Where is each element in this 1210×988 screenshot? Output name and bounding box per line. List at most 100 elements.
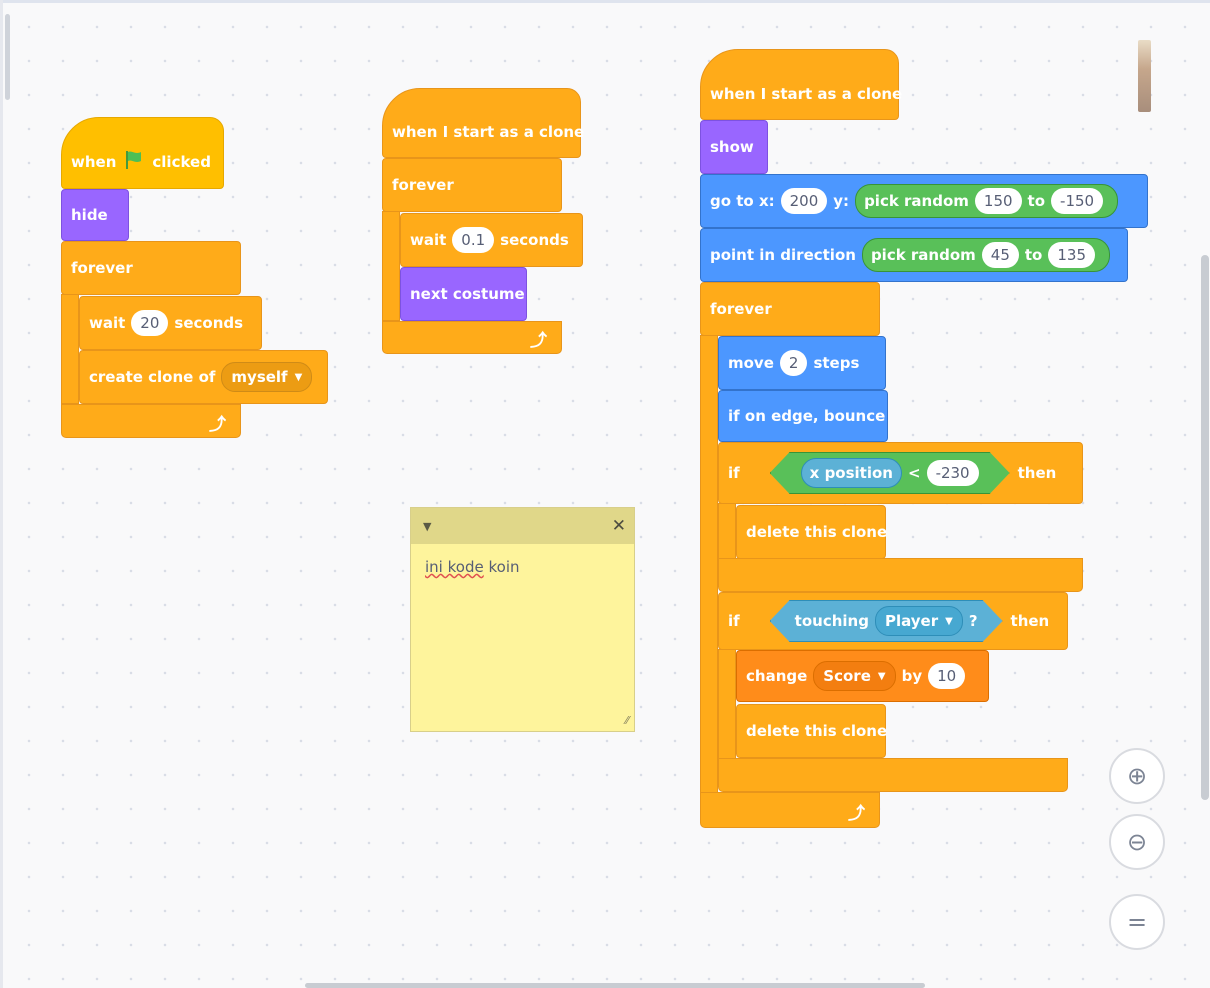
when-flag-clicked-block[interactable]: when clicked (61, 117, 224, 189)
dir-to-input[interactable]: 135 (1048, 242, 1095, 268)
forever-label: forever (710, 300, 772, 318)
dropdown-caret-icon: ▼ (945, 615, 953, 627)
dropdown-caret-icon: ▼ (877, 670, 886, 682)
pick-random-y-reporter[interactable]: pick random 150 to -150 (855, 184, 1119, 218)
delete-clone-block[interactable]: delete this clone (736, 505, 888, 559)
question-label: ? (968, 612, 978, 630)
clone-target-value: myself (231, 368, 288, 386)
y-to-input[interactable]: -150 (1051, 188, 1104, 214)
touching-target-dropdown[interactable]: Player ▼ (875, 606, 963, 636)
when-clone-hat-block[interactable]: when I start as a clone (382, 88, 585, 158)
move-label: move (728, 354, 774, 372)
pick-random-label: pick random (870, 246, 976, 264)
less-than-operator[interactable]: x position < -230 (770, 452, 1010, 494)
go-to-xy-block[interactable]: go to x: 200 y: pick random 150 to -150 (700, 174, 1148, 228)
clone-target-dropdown[interactable]: myself ▼ (221, 362, 313, 392)
next-costume-block[interactable]: next costume (400, 267, 527, 321)
canvas-left-border (0, 0, 3, 988)
touching-sensor[interactable]: touching Player ▼ ? (770, 600, 1003, 642)
hide-block[interactable]: hide (61, 189, 129, 241)
x-input[interactable]: 200 (780, 188, 828, 214)
seconds-label: seconds (174, 314, 244, 332)
pick-random-label: pick random (864, 192, 969, 210)
canvas-top-border (0, 0, 1210, 3)
loop-arrow-icon: ⤴ (209, 415, 226, 435)
by-label: by (901, 667, 923, 685)
touching-label: touching (794, 612, 869, 630)
next-costume-label: next costume (410, 285, 525, 303)
variable-value: Score (823, 667, 871, 685)
then-label: then (1010, 612, 1050, 630)
hat-clicked-label: clicked (152, 153, 211, 171)
move-steps-block[interactable]: move 2 steps (718, 336, 886, 390)
zoom-in-button[interactable]: ⊕ (1109, 748, 1165, 804)
wait-label: wait (410, 231, 447, 249)
if-touching-block[interactable]: if touching Player ▼ ? then (718, 592, 1068, 650)
zoom-reset-icon: = (1126, 908, 1148, 936)
move-input[interactable]: 2 (779, 350, 808, 376)
change-input[interactable]: 10 (928, 663, 966, 689)
point-in-direction-block[interactable]: point in direction pick random 45 to 135 (700, 228, 1128, 282)
wait-input[interactable]: 20 (131, 310, 169, 336)
create-clone-block[interactable]: create clone of myself ▼ (79, 350, 328, 404)
dropdown-caret-icon: ▼ (294, 371, 303, 383)
y-from-input[interactable]: 150 (974, 188, 1022, 214)
show-block[interactable]: show (700, 120, 768, 174)
forever-arm (700, 335, 718, 795)
loop-arrow-icon: ⤴ (848, 804, 865, 824)
to-label: to (1024, 246, 1043, 264)
if1-arm (718, 503, 736, 561)
steps-label: steps (813, 354, 860, 372)
delete-clone-label: delete this clone (746, 523, 888, 541)
forever-label: forever (71, 259, 133, 277)
create-clone-label: create clone of (89, 368, 216, 386)
horizontal-scrollbar[interactable] (305, 983, 925, 988)
loop-arrow-icon: ⤴ (530, 331, 547, 351)
forever-label: forever (392, 176, 454, 194)
wait-label: wait (89, 314, 126, 332)
hat-label: when I start as a clone (710, 84, 903, 103)
sprite-preview[interactable] (1138, 40, 1151, 112)
forever-block[interactable]: forever (700, 282, 880, 336)
bounce-block[interactable]: if on edge, bounce (718, 390, 888, 442)
dir-from-input[interactable]: 45 (981, 242, 1019, 268)
note-header[interactable]: ▼ ✕ (411, 508, 634, 544)
resize-handle-icon[interactable]: ⁄⁄ (625, 714, 629, 727)
delete-clone-block[interactable]: delete this clone (736, 704, 887, 758)
change-variable-block[interactable]: change Score ▼ by 10 (736, 650, 989, 702)
collapse-caret-icon[interactable]: ▼ (423, 520, 431, 533)
compare-input[interactable]: -230 (927, 460, 979, 486)
bounce-label: if on edge, bounce (728, 407, 886, 425)
close-icon[interactable]: ✕ (612, 516, 626, 536)
goto-x-label: go to x: (710, 192, 775, 210)
wait-input[interactable]: 0.1 (452, 227, 495, 253)
x-position-label: x position (809, 464, 893, 482)
note-text[interactable]: ini kode koin (411, 544, 634, 590)
when-clone-hat-block[interactable]: when I start as a clone (700, 49, 903, 120)
vertical-scrollbar[interactable] (1201, 255, 1209, 800)
if-x-position-block[interactable]: if x position < -230 then (718, 442, 1083, 504)
hat-label: when I start as a clone (392, 123, 585, 141)
green-flag-icon (124, 150, 144, 174)
comment-note[interactable]: ▼ ✕ ini kode koin ⁄⁄ (410, 507, 635, 732)
if2-arm (718, 649, 736, 759)
forever-block[interactable]: forever (61, 241, 241, 295)
zoom-out-button[interactable]: ⊖ (1109, 814, 1165, 870)
left-scroll-thumb[interactable] (5, 14, 10, 100)
wait-block[interactable]: wait 0.1 seconds (400, 213, 583, 267)
if-label: if (728, 612, 740, 630)
then-label: then (1017, 464, 1057, 482)
hide-label: hide (71, 206, 108, 224)
wait-block[interactable]: wait 20 seconds (79, 296, 262, 350)
zoom-reset-button[interactable]: = (1109, 894, 1165, 950)
forever-block[interactable]: forever (382, 158, 562, 212)
x-position-reporter[interactable]: x position (801, 458, 902, 488)
show-label: show (710, 138, 754, 156)
if1-bottom (718, 558, 1083, 592)
less-than-label: < (907, 464, 921, 482)
hat-when-label: when (71, 153, 117, 171)
pick-random-dir-reporter[interactable]: pick random 45 to 135 (861, 238, 1110, 272)
variable-dropdown[interactable]: Score ▼ (813, 661, 896, 691)
touching-target-value: Player (884, 612, 939, 630)
change-label: change (746, 667, 808, 685)
